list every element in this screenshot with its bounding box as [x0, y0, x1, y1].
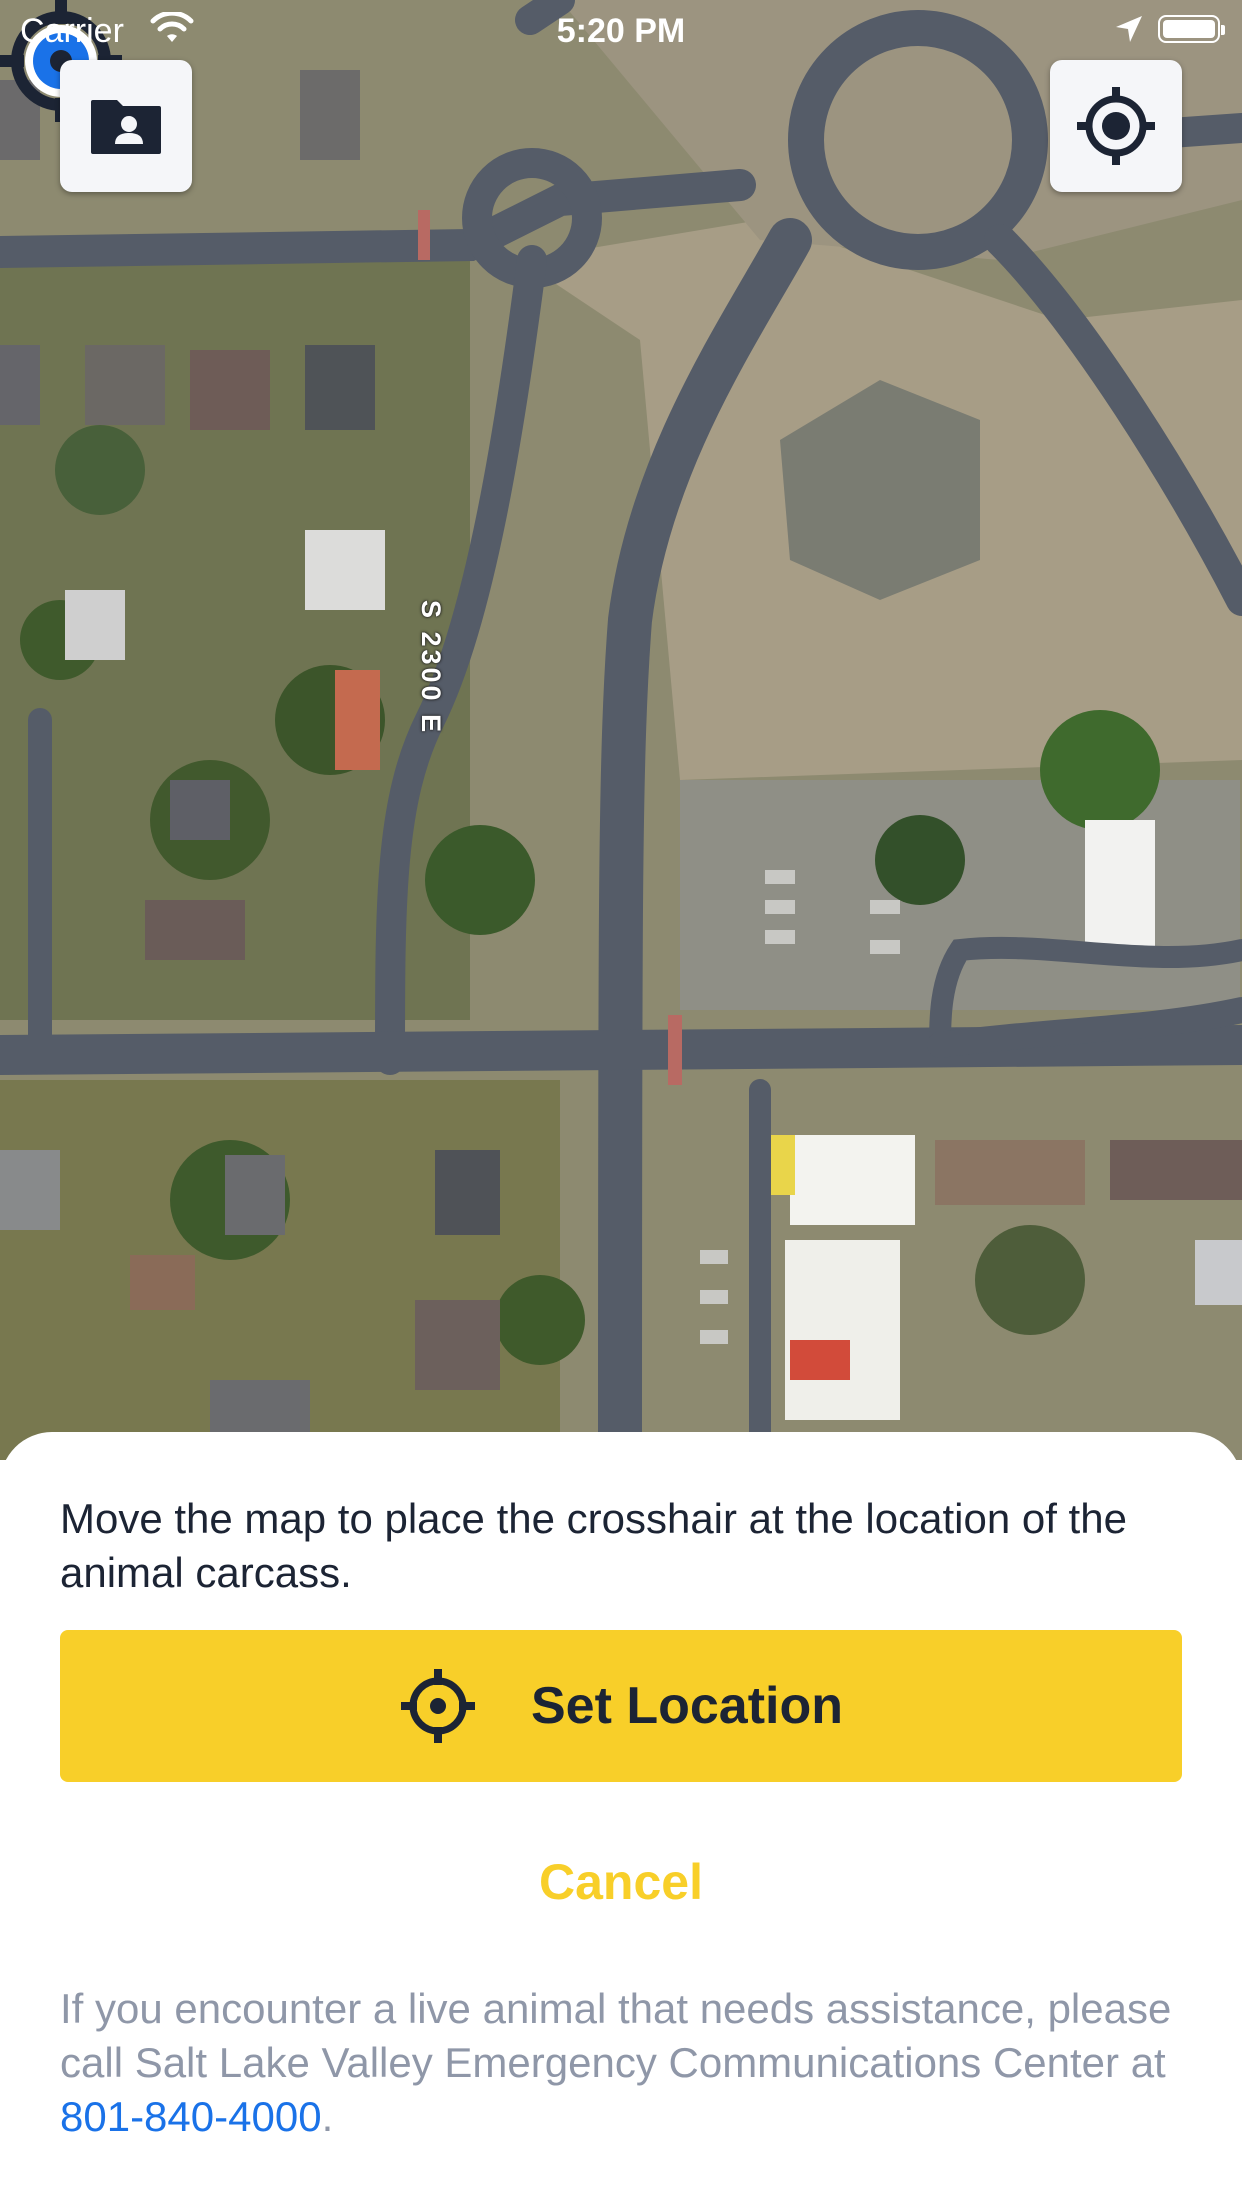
satellite-map[interactable]: S 2300 E: [0, 0, 1242, 1460]
current-location-button[interactable]: [1050, 60, 1182, 192]
location-arrow-icon: [1116, 16, 1142, 42]
cancel-button[interactable]: Cancel: [0, 1852, 1242, 1912]
battery-icon: [1158, 15, 1225, 43]
emergency-info-text: If you encounter a live animal that need…: [60, 1982, 1190, 2144]
contact-folder-icon: [91, 100, 161, 154]
current-location-icon: [1077, 87, 1155, 165]
set-location-button[interactable]: Set Location: [60, 1630, 1182, 1782]
status-time: 5:20 PM: [556, 12, 686, 50]
street-label: S 2300 E: [416, 600, 446, 736]
emergency-phone-link[interactable]: 801-840-4000: [60, 2093, 322, 2140]
status-bar: Carrier 5:20 PM: [0, 0, 1242, 60]
map-imagery: [0, 0, 1242, 1460]
set-location-label: Set Location: [530, 1677, 844, 1735]
crosshair-icon: [400, 1669, 475, 1743]
location-bottom-sheet: Move the map to place the crosshair at t…: [0, 1432, 1242, 2208]
info-prefix: If you encounter a live animal that need…: [60, 1985, 1172, 2086]
status-right: [1114, 14, 1225, 44]
contacts-folder-button[interactable]: [60, 60, 192, 192]
instruction-text: Move the map to place the crosshair at t…: [60, 1495, 1127, 1596]
info-suffix: .: [321, 2093, 334, 2140]
